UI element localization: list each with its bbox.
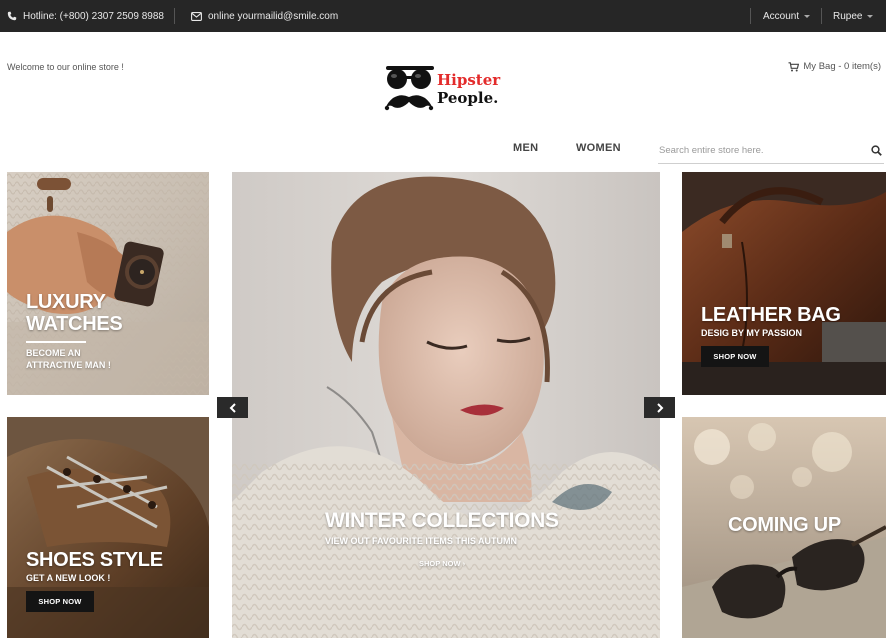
banner-shoes[interactable]: SHOES STYLE GET A NEW LOOK ! SHOP NOW xyxy=(7,417,209,638)
leather-bag-title: LEATHER BAG xyxy=(701,304,841,326)
cart-icon xyxy=(788,61,800,71)
hero-title: WINTER COLLECTIONS xyxy=(325,509,559,532)
phone-icon xyxy=(7,11,17,21)
search-box xyxy=(658,140,884,164)
slider-prev-button[interactable] xyxy=(217,397,248,418)
banner-coming-up[interactable]: COMING UP xyxy=(682,417,886,638)
hero-shop-now-link[interactable]: SHOP NOW › xyxy=(419,559,465,568)
chevron-left-icon xyxy=(229,402,236,413)
shoes-shop-now-button[interactable]: SHOP NOW xyxy=(26,591,94,612)
title-underline xyxy=(26,341,86,343)
hotline-text: Hotline: (+800) 2307 2509 8988 xyxy=(23,10,164,22)
hero-sub: VIEW OUT FAVOURITE ITEMS THIS AUTUMN xyxy=(325,536,517,546)
hero-woman-photo xyxy=(232,172,660,638)
hotline: Hotline: (+800) 2307 2509 8988 xyxy=(7,0,164,32)
logo-text-hipster: Hipster xyxy=(437,71,501,89)
divider xyxy=(821,8,822,24)
watches-sub-line1: BECOME AN xyxy=(26,348,81,358)
caret-down-icon xyxy=(867,14,874,18)
banner-watches[interactable]: LUXURY WATCHES BECOME AN ATTRACTIVE MAN … xyxy=(7,172,209,395)
leather-bag-shop-now-button[interactable]: SHOP NOW xyxy=(701,346,769,367)
bag-label: My Bag - 0 item(s) xyxy=(803,61,881,72)
hipster-logo-icon xyxy=(384,66,434,111)
hero-slider[interactable]: WINTER COLLECTIONS VIEW OUT FAVOURITE IT… xyxy=(232,172,660,638)
welcome-message: Welcome to our online store ! xyxy=(7,62,124,72)
shoes-title: SHOES STYLE xyxy=(26,549,163,571)
slider-next-button[interactable] xyxy=(644,397,675,418)
caret-down-icon xyxy=(804,14,811,18)
watches-title-line1: LUXURY xyxy=(26,291,106,313)
email-text: online yourmailid@smile.com xyxy=(208,10,339,22)
search-icon[interactable] xyxy=(871,145,882,156)
divider xyxy=(174,8,175,24)
nav-men[interactable]: MEN xyxy=(513,142,538,154)
my-bag[interactable]: My Bag - 0 item(s) xyxy=(788,61,881,72)
divider xyxy=(750,8,751,24)
account-label: Account xyxy=(763,10,800,22)
logo-text-people: People. xyxy=(437,89,499,107)
account-dropdown[interactable]: Account xyxy=(763,0,811,32)
envelope-icon xyxy=(191,11,202,21)
watches-title-line2: WATCHES xyxy=(26,313,123,335)
nav-women[interactable]: WOMEN xyxy=(576,142,621,154)
chevron-right-icon xyxy=(656,402,663,413)
leather-bag-sub: DESIG BY MY PASSION xyxy=(701,328,803,338)
email[interactable]: online yourmailid@smile.com xyxy=(191,0,338,32)
currency-dropdown[interactable]: Rupee xyxy=(833,0,874,32)
banner-leather-bag[interactable]: LEATHER BAG DESIG BY MY PASSION SHOP NOW xyxy=(682,172,886,395)
shoes-sub: GET A NEW LOOK ! xyxy=(26,573,111,583)
watches-sub-line2: ATTRACTIVE MAN ! xyxy=(26,360,111,370)
currency-label: Rupee xyxy=(833,10,863,22)
search-input[interactable] xyxy=(658,140,858,161)
coming-up-title: COMING UP xyxy=(728,514,841,536)
top-bar: Hotline: (+800) 2307 2509 8988 online yo… xyxy=(0,0,886,32)
store-logo[interactable]: Hipster People. xyxy=(383,64,513,118)
